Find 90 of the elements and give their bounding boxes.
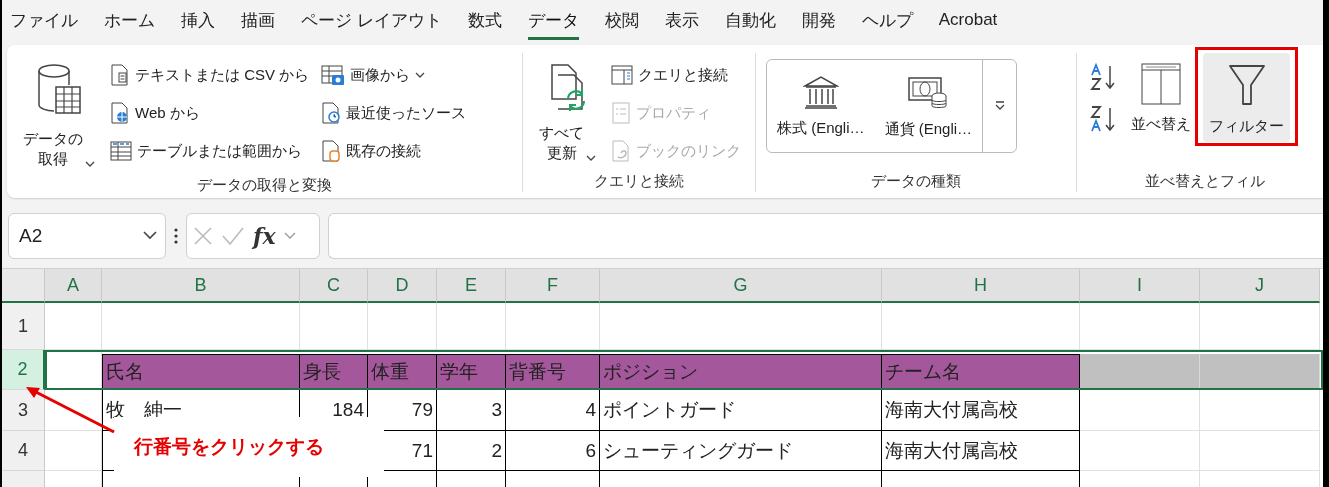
table-cell <box>45 431 102 471</box>
column-header[interactable]: H <box>882 269 1080 303</box>
header-cell: チーム名 <box>882 354 1080 390</box>
table-cell <box>368 303 437 350</box>
menu-tab[interactable]: ホーム <box>104 0 155 40</box>
menu-tab[interactable]: 挿入 <box>181 0 215 40</box>
column-header[interactable]: J <box>1200 269 1320 303</box>
ribbon-button[interactable]: すべて更新 <box>533 53 602 168</box>
menu-tab[interactable]: ファイル <box>10 0 78 40</box>
group-label: クエリと接続 <box>593 171 685 191</box>
menu-tab[interactable]: ページ レイアウト <box>301 0 442 40</box>
expand-icon <box>993 101 1006 111</box>
table-cell: 海南大付属高校 <box>882 431 1080 471</box>
bank-icon <box>802 74 839 109</box>
ribbon-button[interactable]: 最近使ったソース <box>318 97 470 129</box>
header-cell: 体重 <box>368 354 437 390</box>
clock-file-icon <box>321 102 342 124</box>
row-header[interactable]: 2 <box>2 350 45 390</box>
close-icon <box>193 225 213 246</box>
column-header[interactable]: D <box>368 269 437 303</box>
table-cell <box>45 303 102 350</box>
insert-function-button[interactable]: fx <box>253 222 276 249</box>
table-cell: 4 <box>506 390 600 431</box>
group-label: 並べ替えとフィル <box>1144 171 1266 191</box>
header-cell: 氏名 <box>102 354 300 390</box>
web-file-icon <box>110 102 130 124</box>
table-cell: 6 <box>506 431 600 471</box>
header-cell: 背番号 <box>506 354 600 390</box>
row-header[interactable]: 1 <box>2 303 45 350</box>
data-type-option[interactable]: 通貨 (Engli… <box>874 60 983 152</box>
sort-ascending-icon <box>1089 63 1117 91</box>
row-header[interactable]: 3 <box>2 390 45 431</box>
row-header[interactable]: 4 <box>2 431 45 471</box>
menu-tab[interactable]: 校閲 <box>604 0 639 40</box>
chevron-down-icon <box>143 231 157 240</box>
ribbon-button[interactable]: 既存の接続 <box>318 135 470 167</box>
ribbon-button[interactable]: 並べ替え <box>1125 53 1197 140</box>
ribbon-button[interactable]: データの取得 <box>17 53 101 174</box>
formula-input[interactable] <box>328 212 1323 259</box>
column-header[interactable]: B <box>102 269 300 303</box>
link-file-icon <box>611 140 631 162</box>
table-cell: ポイントガード <box>600 390 882 431</box>
table-cell: 2 <box>437 431 506 471</box>
text-file-icon <box>110 64 130 86</box>
image-table-icon <box>321 64 346 86</box>
ribbon-button[interactable]: クエリと接続 <box>608 59 744 91</box>
menu-tab[interactable]: ヘルプ <box>861 0 913 40</box>
query-pane-icon <box>611 65 633 85</box>
menu-tab[interactable]: Acrobat <box>938 0 998 40</box>
callout-label: 行番号をクリックする <box>114 417 384 477</box>
properties-icon <box>611 102 631 124</box>
table-cell <box>45 390 102 431</box>
table-icon <box>110 140 132 162</box>
header-cell: ポジション <box>600 354 882 390</box>
table-cell: 海南大付属高校 <box>882 390 1080 431</box>
ribbon-button[interactable]: フィルター <box>1203 53 1290 142</box>
column-header[interactable]: C <box>300 269 368 303</box>
table-cell: 3 <box>437 390 506 431</box>
menu-tab[interactable]: データ <box>527 0 579 40</box>
group-label: データの取得と変換 <box>196 175 333 195</box>
select-all-corner[interactable] <box>2 269 45 303</box>
ribbon-button[interactable]: 画像から <box>318 59 470 91</box>
header-cell: 学年 <box>437 354 506 390</box>
chevron-down-icon <box>283 231 296 240</box>
table-cell <box>300 303 368 350</box>
column-header[interactable]: A <box>45 269 102 303</box>
column-header[interactable]: I <box>1080 269 1200 303</box>
sort-dialog-icon <box>1141 63 1181 105</box>
column-header[interactable]: E <box>437 269 506 303</box>
sort-descending-icon <box>1089 105 1117 133</box>
ribbon-button[interactable]: テーブルまたは範囲から <box>107 135 313 167</box>
header-cell: 身長 <box>300 354 368 390</box>
menu-tab[interactable]: 描画 <box>241 0 275 40</box>
database-file-icon <box>321 140 342 162</box>
ribbon-button[interactable]: Web から <box>107 97 313 129</box>
column-header[interactable]: F <box>506 269 600 303</box>
table-cell: シューティングガード <box>600 431 882 471</box>
filter-icon <box>1226 63 1267 107</box>
menu-tab[interactable]: 開発 <box>801 0 836 40</box>
more-options-icon <box>174 227 178 244</box>
column-header[interactable]: G <box>600 269 882 303</box>
ribbon-button[interactable]: テキストまたは CSV から <box>107 59 313 91</box>
menu-tab[interactable]: 数式 <box>467 0 502 40</box>
table-cell <box>437 303 506 350</box>
menu-tab[interactable]: 自動化 <box>724 0 776 40</box>
check-icon <box>221 225 245 246</box>
group-label: データの種類 <box>870 171 962 191</box>
name-box[interactable]: A2 <box>8 212 166 259</box>
menu-tab[interactable]: 表示 <box>664 0 699 40</box>
data-type-option[interactable]: 株式 (Engli… <box>767 60 875 152</box>
